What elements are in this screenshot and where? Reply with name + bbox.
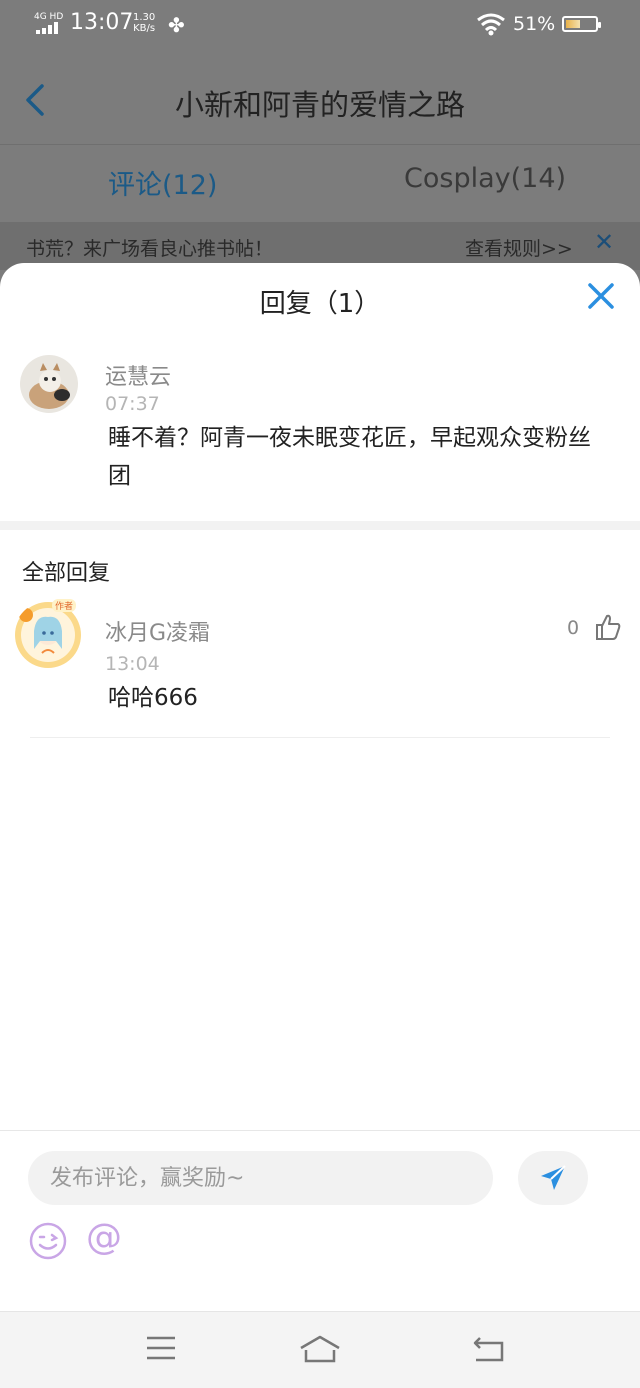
clock: 13:07 bbox=[70, 10, 134, 35]
notice-close-icon[interactable]: ✕ bbox=[594, 228, 614, 256]
list-item: 作者 冰月G凌霜 13:04 哈哈666 0 bbox=[0, 599, 640, 741]
tab-bar: 评论(12) Cosplay(14) bbox=[0, 144, 640, 223]
tab-cosplay[interactable]: Cosplay(14) bbox=[404, 163, 566, 194]
comment-content[interactable]: 睡不着？阿青一夜未眠变花匠，早起观众变粉丝团 bbox=[108, 419, 610, 495]
network-type: 4G HD bbox=[34, 12, 64, 22]
fan-icon: ✤ bbox=[168, 13, 185, 37]
emoji-icon[interactable] bbox=[28, 1221, 68, 1261]
send-button[interactable] bbox=[518, 1151, 588, 1205]
notice-text[interactable]: 书荒？来广场看良心推书帖！ bbox=[26, 234, 273, 261]
avatar[interactable] bbox=[20, 355, 78, 413]
sheet-title: 回复（1） bbox=[259, 289, 381, 319]
like-count: 0 bbox=[567, 617, 580, 639]
tab-comments[interactable]: 评论(12) bbox=[108, 163, 217, 202]
battery-percent: 51% bbox=[513, 13, 556, 35]
all-replies-title: 全部回复 bbox=[22, 561, 111, 586]
view-rules-link[interactable]: 查看规则>> bbox=[465, 234, 573, 261]
section-divider bbox=[0, 521, 640, 530]
status-bar: 4G HD 13:07 1.30 KB/s ✤ 51% bbox=[0, 0, 640, 52]
main-comment: 运慧云 07:37 睡不着？阿青一夜未眠变花匠，早起观众变粉丝团 bbox=[0, 355, 640, 515]
return-icon[interactable] bbox=[472, 1334, 506, 1364]
send-icon bbox=[541, 1165, 566, 1190]
battery-icon bbox=[562, 16, 601, 32]
system-nav-bar bbox=[0, 1311, 640, 1388]
comment-input[interactable] bbox=[28, 1151, 493, 1205]
close-icon[interactable] bbox=[586, 281, 616, 311]
wifi-icon bbox=[477, 13, 505, 36]
page-title: 小新和阿青的爱情之路 bbox=[174, 88, 465, 122]
at-icon[interactable]: @ bbox=[86, 1217, 122, 1258]
comment-username[interactable]: 运慧云 bbox=[105, 359, 171, 391]
network-speed: 1.30 KB/s bbox=[133, 12, 156, 34]
reply-content[interactable]: 哈哈666 bbox=[108, 679, 610, 717]
reply-time: 13:04 bbox=[105, 653, 160, 675]
nav-bar: 小新和阿青的爱情之路 bbox=[0, 52, 640, 144]
author-badge: 作者 bbox=[52, 599, 77, 612]
row-divider bbox=[30, 737, 610, 738]
home-icon[interactable] bbox=[298, 1334, 342, 1364]
comment-time: 07:37 bbox=[105, 393, 160, 415]
menu-icon[interactable] bbox=[145, 1334, 177, 1362]
comment-input-bar: @ bbox=[0, 1130, 640, 1312]
reply-username[interactable]: 冰月G凌霜 bbox=[105, 615, 210, 647]
like-icon[interactable] bbox=[594, 613, 622, 641]
signal-icon bbox=[36, 22, 62, 34]
